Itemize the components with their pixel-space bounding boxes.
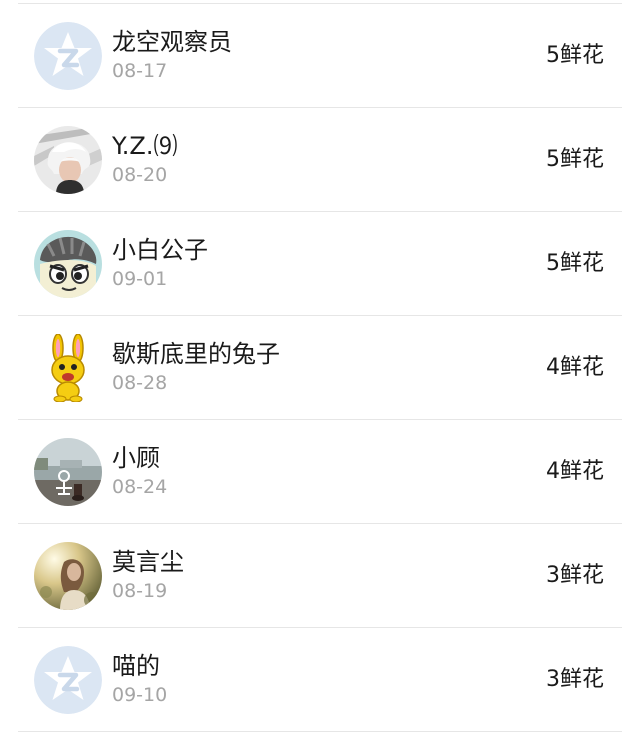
gift-date: 08-24 (112, 476, 168, 498)
user-name: 小顾 (112, 444, 160, 472)
bunny-avatar[interactable] (34, 334, 102, 402)
gift-date: 09-10 (112, 684, 168, 706)
cartoon-avatar[interactable] (34, 230, 102, 298)
flower-count: 3鲜花 (546, 563, 604, 588)
list-item[interactable]: 莫言尘 08-19 3鲜花 (0, 524, 640, 628)
user-name: 龙空观察员 (112, 28, 232, 56)
user-name: Y.Z.⑼ (112, 132, 178, 160)
list-item[interactable]: 歇斯底里的兔子 08-28 4鲜花 (0, 316, 640, 420)
user-name: 莫言尘 (112, 548, 184, 576)
user-name: 喵的 (112, 652, 160, 680)
user-name: 歇斯底里的兔子 (112, 340, 280, 368)
gift-date: 08-28 (112, 372, 168, 394)
list-item[interactable]: 龙空观察员 08-17 5鲜花 (0, 4, 640, 108)
gift-date: 08-20 (112, 164, 168, 186)
list-item[interactable]: 喵的 09-10 3鲜花 (0, 628, 640, 732)
flower-count: 5鲜花 (546, 251, 604, 276)
user-photo-avatar[interactable] (34, 126, 102, 194)
default-avatar-icon[interactable] (34, 22, 102, 90)
flower-count: 4鲜花 (546, 355, 604, 380)
gift-date: 08-19 (112, 580, 168, 602)
default-avatar-icon[interactable] (34, 646, 102, 714)
list-item[interactable]: 小顾 08-24 4鲜花 (0, 420, 640, 524)
flower-count: 4鲜花 (546, 459, 604, 484)
row-divider (18, 731, 622, 732)
list-item[interactable]: Y.Z.⑼ 08-20 5鲜花 (0, 108, 640, 212)
list-item[interactable]: 小白公子 09-01 5鲜花 (0, 212, 640, 316)
gift-date: 09-01 (112, 268, 168, 290)
user-photo-avatar[interactable] (34, 542, 102, 610)
flower-count: 5鲜花 (546, 147, 604, 172)
user-photo-avatar[interactable] (34, 438, 102, 506)
flower-count: 5鲜花 (546, 43, 604, 68)
user-name: 小白公子 (112, 236, 208, 264)
gift-date: 08-17 (112, 60, 168, 82)
flower-count: 3鲜花 (546, 667, 604, 692)
